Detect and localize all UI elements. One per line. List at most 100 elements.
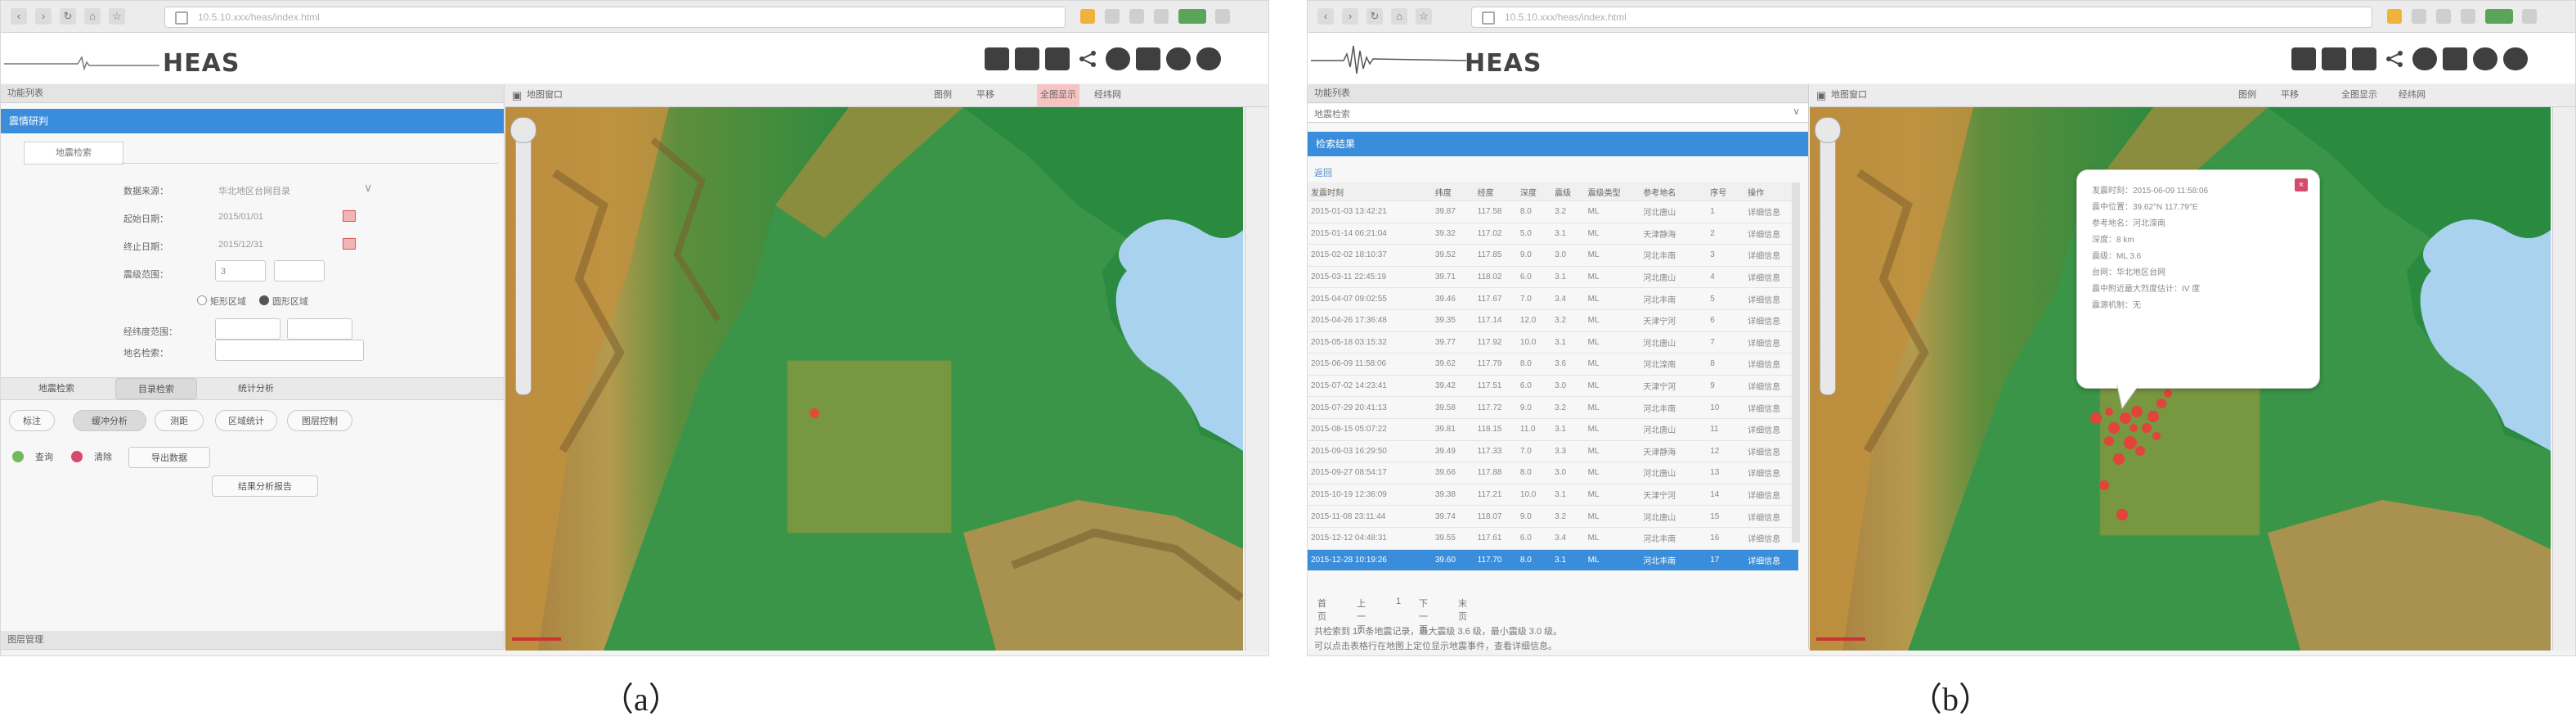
forward-icon[interactable]: › — [1342, 8, 1358, 25]
table-cell[interactable]: 详细信息 — [1744, 484, 1798, 507]
sidebar-item-selected[interactable]: 检索结果 — [1308, 132, 1808, 156]
report-button[interactable]: 结果分析报告 — [212, 475, 318, 497]
tools-icon[interactable] — [1154, 9, 1169, 24]
map-layer-icon[interactable] — [2291, 47, 2316, 70]
tab-statistics[interactable]: 统计分析 — [215, 378, 297, 399]
table-row[interactable]: 2015-01-03 13:42:21 39.87 117.58 8.0 3.2 ML 河北… — [1308, 200, 1798, 223]
table-cell[interactable]: 详细信息 — [1744, 200, 1798, 223]
map-scrollbar[interactable] — [2552, 107, 2575, 651]
globe-icon[interactable] — [1106, 47, 1130, 70]
download-icon[interactable] — [1105, 9, 1120, 24]
distance-button[interactable]: 测距 — [155, 410, 204, 431]
document-icon[interactable] — [2322, 47, 2346, 70]
buffer-button[interactable]: 缓冲分析 — [73, 410, 146, 431]
map-tool-fullextent[interactable]: 全图显示 — [2341, 84, 2377, 106]
table-cell[interactable]: 详细信息 — [1744, 266, 1798, 289]
pager-item[interactable]: 末页 — [1455, 597, 1470, 623]
table-cell[interactable]: 详细信息 — [1744, 462, 1798, 484]
radio-rect-icon[interactable] — [197, 295, 207, 305]
address-bar[interactable]: 10.5.10.xxx/heas/index.html — [164, 7, 1066, 28]
share-icon[interactable] — [1075, 47, 1100, 70]
chevron-down-icon[interactable]: ∨ — [364, 181, 372, 195]
map-tool-graticule[interactable]: 经纬网 — [2399, 84, 2426, 106]
download-icon[interactable] — [2412, 9, 2426, 24]
refresh-icon[interactable]: ↻ — [1367, 8, 1383, 25]
extension-icon[interactable] — [1129, 9, 1144, 24]
map-tool-legend[interactable]: 图例 — [2238, 84, 2256, 106]
menu-icon[interactable] — [1215, 9, 1230, 24]
table-cell[interactable]: 详细信息 — [1744, 418, 1798, 441]
table-cell[interactable]: 详细信息 — [1744, 527, 1798, 550]
table-cell[interactable]: 详细信息 — [1744, 331, 1798, 354]
map-tool-pan[interactable]: 平移 — [2281, 84, 2299, 106]
favorites-icon[interactable]: ☆ — [1416, 8, 1432, 25]
table-cell[interactable]: 详细信息 — [1744, 244, 1798, 267]
bookmark-icon[interactable] — [1080, 9, 1095, 24]
back-icon[interactable]: ‹ — [11, 8, 27, 25]
help-icon[interactable] — [2503, 47, 2528, 70]
profile-icon[interactable] — [2485, 9, 2513, 24]
query-button[interactable]: 查询 — [27, 447, 61, 468]
gear-icon[interactable] — [2473, 47, 2497, 70]
table-cell[interactable]: 详细信息 — [1744, 549, 1798, 572]
map-canvas[interactable] — [505, 107, 1243, 651]
field-source-value[interactable]: 华北地区台网目录 — [218, 184, 290, 197]
table-row[interactable]: 2015-09-27 08:54:17 39.66 117.88 8.0 3.0 ML 河北… — [1308, 462, 1798, 484]
table-row[interactable]: 2015-10-19 12:36:09 39.38 117.21 10.0 3.1 ML 天… — [1308, 484, 1798, 507]
pager-item[interactable]: 首页 — [1314, 597, 1330, 623]
table-cell[interactable]: 详细信息 — [1744, 396, 1798, 419]
forward-icon[interactable]: › — [35, 8, 52, 25]
table-cell[interactable]: 详细信息 — [1744, 309, 1798, 332]
monitor-icon[interactable] — [1136, 47, 1160, 70]
table-row[interactable]: 2015-11-08 23:11:44 39.74 118.07 9.0 3.2 ML 河北… — [1308, 505, 1798, 528]
bookmark-icon[interactable] — [2387, 9, 2402, 24]
table-row[interactable]: 2015-12-28 10:19:26 39.60 117.70 8.0 3.1 ML 河北… — [1308, 549, 1798, 572]
clear-button[interactable]: 清除 — [86, 447, 120, 468]
layer-control-button[interactable]: 图层控制 — [287, 410, 352, 431]
address-bar[interactable]: 10.5.10.xxx/heas/index.html — [1471, 7, 2372, 28]
pan-control-icon[interactable] — [1815, 117, 1841, 143]
zoom-slider[interactable] — [515, 124, 532, 395]
back-icon[interactable]: ‹ — [1317, 8, 1334, 25]
table-row[interactable]: 2015-07-29 20:41:13 39.58 117.72 9.0 3.2 ML 河北… — [1308, 396, 1798, 419]
menu-icon[interactable] — [2522, 9, 2537, 24]
location-input[interactable] — [215, 340, 364, 361]
map-scrollbar[interactable] — [1245, 107, 1268, 651]
document-icon[interactable] — [1015, 47, 1039, 70]
table-row[interactable]: 2015-01-14 06:21:04 39.32 117.02 5.0 3.1 ML 天津… — [1308, 223, 1798, 245]
magnitude-min-input[interactable]: 3 — [215, 260, 266, 281]
calendar-icon[interactable] — [343, 210, 356, 222]
sidebar-item-selected[interactable]: 震情研判 — [1, 109, 504, 133]
home-icon[interactable]: ⌂ — [84, 8, 101, 25]
map-canvas[interactable]: × 发震时刻：2015-06-09 11:58:06 震中位置：39.62°N … — [1810, 107, 2551, 651]
gear-icon[interactable] — [1166, 47, 1191, 70]
table-cell[interactable]: 详细信息 — [1744, 440, 1798, 463]
table-row[interactable]: 2015-06-09 11:58:06 39.62 117.79 8.0 3.6 ML 河北… — [1308, 353, 1798, 376]
tab-search[interactable]: 地震检索 — [24, 378, 89, 399]
filter-icon[interactable] — [1045, 47, 1070, 70]
table-row[interactable]: 2015-04-07 09:02:55 39.46 117.67 7.0 3.4 ML 河北… — [1308, 287, 1798, 310]
map-tool-pan[interactable]: 平移 — [976, 84, 994, 106]
globe-icon[interactable] — [2412, 47, 2437, 70]
table-row[interactable]: 2015-07-02 14:23:41 39.42 117.51 6.0 3.0 ML 天津… — [1308, 375, 1798, 398]
map-layer-icon[interactable] — [985, 47, 1009, 70]
radio-circle-icon[interactable] — [259, 295, 269, 305]
table-row[interactable]: 2015-12-12 04:48:31 39.55 117.61 6.0 3.4 ML 河北… — [1308, 527, 1798, 550]
help-icon[interactable] — [1196, 47, 1221, 70]
end-date-input[interactable]: 2015/12/31 — [218, 240, 263, 250]
pager-item[interactable]: 1 — [1393, 597, 1404, 606]
home-icon[interactable]: ⌂ — [1391, 8, 1407, 25]
table-row[interactable]: 2015-05-18 03:15:32 39.77 117.92 10.0 3.1 ML 河… — [1308, 331, 1798, 354]
extension-icon[interactable] — [2436, 9, 2451, 24]
table-row[interactable]: 2015-02-02 18:10:37 39.52 117.85 9.0 3.0 ML 河北… — [1308, 244, 1798, 267]
lonlat-max-input[interactable] — [287, 318, 352, 340]
lonlat-min-input[interactable] — [215, 318, 280, 340]
tab-earthquake-search[interactable]: 地震检索 — [24, 142, 123, 164]
monitor-icon[interactable] — [2443, 47, 2467, 70]
close-icon[interactable]: × — [2295, 178, 2308, 191]
table-scrollbar[interactable] — [1792, 182, 1800, 543]
profile-icon[interactable] — [1178, 9, 1206, 24]
share-icon[interactable] — [2382, 47, 2407, 70]
map-tool-graticule[interactable]: 经纬网 — [1094, 84, 1121, 106]
map-tool-legend[interactable]: 图例 — [934, 84, 952, 106]
